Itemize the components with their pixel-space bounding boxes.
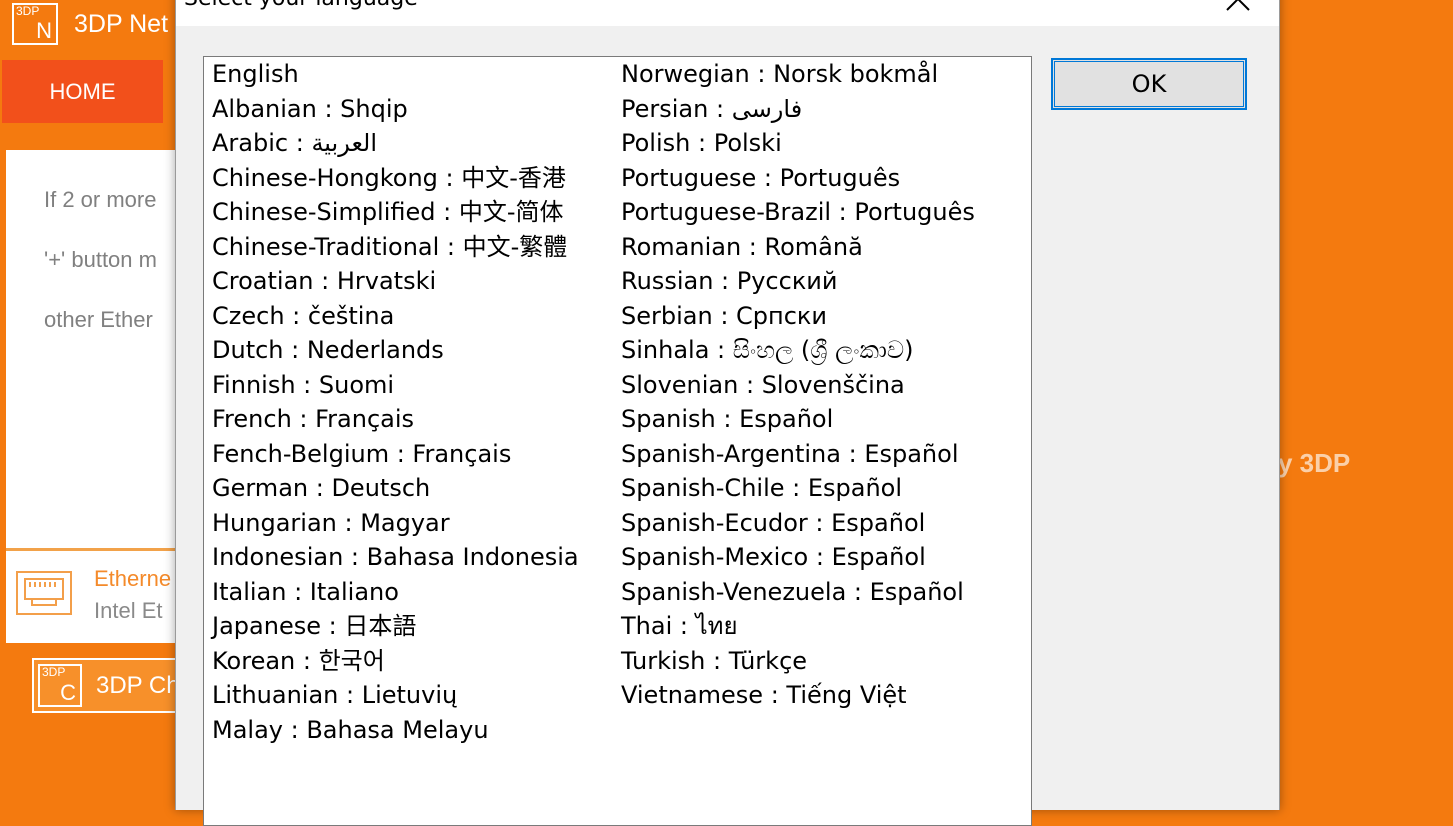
language-list-item[interactable]: Romanian : Română	[621, 230, 863, 264]
language-list-item[interactable]: Spanish-Venezuela : Español	[621, 575, 964, 609]
language-list-item[interactable]: Croatian : Hrvatski	[212, 264, 436, 298]
language-list-item[interactable]: Portuguese-Brazil : Português	[621, 195, 975, 229]
ok-button-label: OK	[1131, 70, 1167, 98]
language-list-item[interactable]: Vietnamese : Tiếng Việt	[621, 678, 907, 712]
language-list-item[interactable]: Spanish : Español	[621, 402, 833, 436]
language-list-item[interactable]: Spanish-Ecudor : Español	[621, 506, 925, 540]
language-list-item[interactable]: Indonesian : Bahasa Indonesia	[212, 540, 579, 574]
language-list-item[interactable]: Chinese-Simplified : 中文-简体	[212, 195, 564, 229]
ok-button[interactable]: OK	[1051, 58, 1247, 110]
language-list-item[interactable]: Spanish-Argentina : Español	[621, 437, 959, 471]
language-list-item[interactable]: Lithuanian : Lietuvių	[212, 678, 457, 712]
app-title: 3DP Net	[74, 10, 169, 38]
language-list-item[interactable]: Sinhala : සිංහල (ශ්‍රී ලංකාව)	[621, 333, 914, 367]
language-list-item[interactable]: Chinese-Hongkong : 中文-香港	[212, 161, 566, 195]
info-text-line: '+' button m	[44, 247, 157, 272]
adapter-name: Etherne	[94, 566, 172, 591]
language-list-item[interactable]: Korean : 한국어	[212, 644, 385, 678]
language-list-item[interactable]: Turkish : Türkçe	[621, 644, 807, 678]
hero-subtitle-fragment: y 3DP	[1278, 448, 1351, 478]
language-list-item[interactable]: Hungarian : Magyar	[212, 506, 450, 540]
language-list-item[interactable]: Finnish : Suomi	[212, 368, 394, 402]
language-list-item[interactable]: Albanian : Shqip	[212, 92, 408, 126]
language-list-item[interactable]: Portuguese : Português	[621, 161, 900, 195]
language-list-item[interactable]: Russian : Русский	[621, 264, 838, 298]
3dp-chip-button-label: 3DP Ch	[96, 672, 180, 699]
language-list-item[interactable]: Persian : فارسی	[621, 92, 802, 126]
language-list-item[interactable]: Norwegian : Norsk bokmål	[621, 57, 938, 91]
app-logo: 3DP N	[12, 3, 58, 45]
tab-home[interactable]: HOME	[2, 60, 163, 123]
language-list-item[interactable]: Chinese-Traditional : 中文-繁體	[212, 230, 567, 264]
dialog-titlebar[interactable]: Select your language	[176, 0, 1279, 26]
language-list-item[interactable]: German : Deutsch	[212, 471, 430, 505]
language-listbox[interactable]: English Albanian : Shqip Arabic : العربية C…	[203, 56, 1032, 826]
language-list-item[interactable]: Spanish-Mexico : Español	[621, 540, 926, 574]
language-list-item[interactable]: Czech : čeština	[212, 299, 394, 333]
language-list-item[interactable]: Dutch : Nederlands	[212, 333, 444, 367]
ethernet-port-icon	[16, 571, 72, 615]
language-list-item[interactable]: Italian : Italiano	[212, 575, 399, 609]
close-icon[interactable]	[1221, 0, 1255, 16]
dialog-title: Select your language	[184, 0, 418, 11]
adapter-description: Intel Et	[94, 598, 163, 623]
chip-logo-small-text: 3DP	[42, 665, 66, 679]
info-text-line: If 2 or more	[44, 187, 157, 212]
language-list-item[interactable]: English	[212, 57, 299, 91]
language-list-item[interactable]: Polish : Polski	[621, 126, 782, 160]
language-dialog: Select your language EnglishAlbanian : S…	[175, 0, 1280, 826]
language-list-item[interactable]: Japanese : 日本語	[212, 609, 416, 643]
info-panel: If 2 or more '+' button m other Ether	[6, 150, 182, 548]
app-logo-large-text: N	[36, 18, 52, 43]
language-list-item[interactable]: Serbian : Српски	[621, 299, 827, 333]
chip-logo-large-text: C	[60, 680, 76, 705]
language-list-item[interactable]: Fench-Belgium : Français	[212, 437, 511, 471]
adapter-list-item[interactable]: Etherne Intel Et	[6, 548, 182, 643]
language-list-item[interactable]: Spanish-Chile : Español	[621, 471, 902, 505]
language-list-item[interactable]: French : Français	[212, 402, 414, 436]
language-list-item[interactable]: Arabic : العربية	[212, 126, 377, 160]
app-logo-small-text: 3DP	[16, 4, 40, 18]
language-list-item[interactable]: Malay : Bahasa Melayu	[212, 713, 489, 747]
3dp-chip-button[interactable]: 3DP C 3DP Ch	[32, 658, 182, 713]
language-list-item[interactable]: Thai : ไทย	[621, 609, 738, 643]
info-text-line: other Ether	[44, 307, 153, 332]
3dp-chip-logo-icon: 3DP C	[38, 664, 82, 707]
language-list-item[interactable]: Slovenian : Slovenščina	[621, 368, 905, 402]
